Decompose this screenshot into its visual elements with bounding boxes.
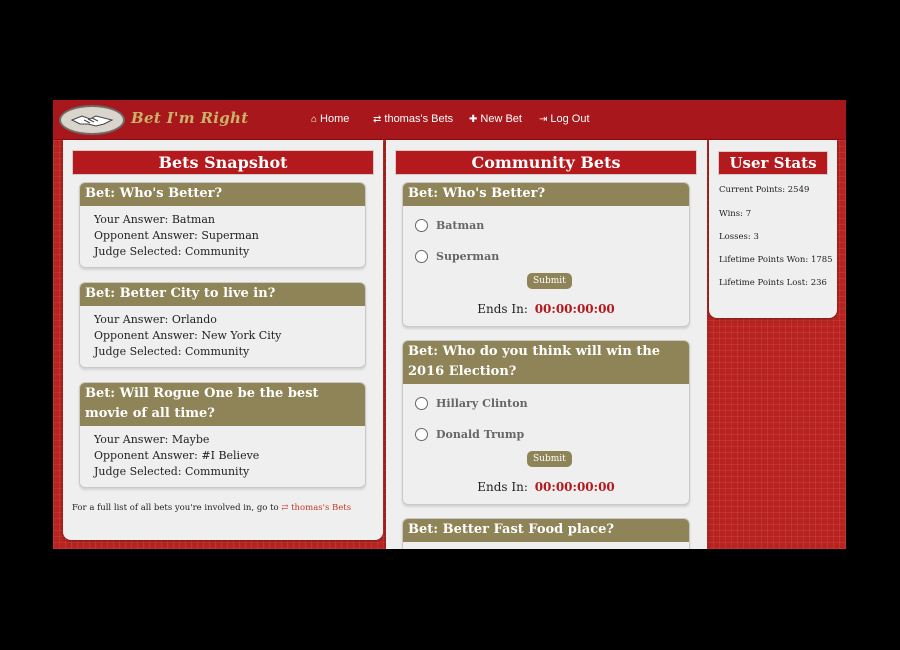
footnote: For a full list of all bets you're invol… <box>72 503 351 513</box>
ends-in: Ends In: 00:00:00:00 <box>403 480 689 494</box>
radio-button[interactable] <box>415 250 428 263</box>
nav-my-bets-label: thomas's Bets <box>384 113 454 125</box>
judge-selected: Judge Selected: Community <box>94 345 250 358</box>
nav-home-label: Home <box>320 113 350 125</box>
judge-selected: Judge Selected: Community <box>94 245 250 258</box>
logout-icon: ⇥ <box>539 113 548 125</box>
snapshot-bet-card[interactable]: Bet: Will Rogue One be the best movie of… <box>79 382 366 488</box>
home-icon: ⌂ <box>311 113 318 125</box>
option-label: Hillary Clinton <box>436 397 528 410</box>
swap-icon: ⇄ <box>373 113 382 125</box>
bet-title: Bet: Who's Better? <box>80 183 365 206</box>
bets-snapshot-panel: Bets Snapshot Bet: Who's Better? Your An… <box>63 140 383 540</box>
submit-button[interactable]: Submit <box>527 273 572 289</box>
nav-log-out[interactable]: ⇥ Log Out <box>539 113 590 125</box>
ends-label: Ends In: <box>477 480 528 494</box>
community-bet-card: Bet: Who do you think will win the 2016 … <box>402 340 690 505</box>
user-stats-title: User Stats <box>718 151 828 175</box>
radio-button[interactable] <box>415 428 428 441</box>
plus-icon: ✚ <box>469 113 478 125</box>
bet-title: Bet: Will Rogue One be the best movie of… <box>80 383 365 426</box>
option-batman[interactable]: Batman <box>415 219 484 232</box>
community-bet-card: Bet: Who's Better? Batman Superman Submi… <box>402 182 690 327</box>
countdown-timer: 00:00:00:00 <box>534 480 615 494</box>
snapshot-bet-card[interactable]: Bet: Who's Better? Your Answer: Batman O… <box>79 182 366 268</box>
community-bets-panel: Community Bets Bet: Who's Better? Batman… <box>386 140 707 549</box>
wins: Wins: 7 <box>719 209 752 219</box>
handshake-logo-icon[interactable] <box>59 105 125 135</box>
nav-home[interactable]: ⌂ Home <box>311 113 349 125</box>
option-hillary-clinton[interactable]: Hillary Clinton <box>415 397 528 410</box>
navbar: Bet I'm Right ⌂ Home ⇄ thomas's Bets ✚ N… <box>53 100 846 140</box>
bets-snapshot-title: Bets Snapshot <box>72 150 374 175</box>
lifetime-points-won: Lifetime Points Won: 1785 <box>719 255 833 265</box>
option-donald-trump[interactable]: Donald Trump <box>415 428 524 441</box>
footnote-text: For a full list of all bets you're invol… <box>72 503 279 513</box>
judge-selected: Judge Selected: Community <box>94 465 250 478</box>
your-answer: Your Answer: Maybe <box>94 433 210 446</box>
footnote-my-bets-link[interactable]: ⇄ thomas's Bets <box>281 503 351 513</box>
nav-new-bet[interactable]: ✚ New Bet <box>469 113 522 125</box>
lifetime-points-lost: Lifetime Points Lost: 236 <box>719 278 827 288</box>
radio-button[interactable] <box>415 219 428 232</box>
option-label: Batman <box>436 219 485 232</box>
option-superman[interactable]: Superman <box>415 250 499 263</box>
brand-name[interactable]: Bet I'm Right <box>131 109 248 127</box>
bet-title: Bet: Better City to live in? <box>80 283 365 306</box>
nav-my-bets[interactable]: ⇄ thomas's Bets <box>373 113 453 125</box>
radio-button[interactable] <box>415 397 428 410</box>
bet-title: Bet: Who do you think will win the 2016 … <box>403 341 689 384</box>
community-bet-card: Bet: Better Fast Food place? <box>402 518 690 549</box>
snapshot-bet-card[interactable]: Bet: Better City to live in? Your Answer… <box>79 282 366 368</box>
losses: Losses: 3 <box>719 232 759 242</box>
countdown-timer: 00:00:00:00 <box>534 302 615 316</box>
opponent-answer: Opponent Answer: New York City <box>94 329 282 342</box>
current-points: Current Points: 2549 <box>719 185 810 195</box>
opponent-answer: Opponent Answer: #I Believe <box>94 449 260 462</box>
community-bets-title: Community Bets <box>395 150 697 175</box>
opponent-answer: Opponent Answer: Superman <box>94 229 259 242</box>
ends-label: Ends In: <box>477 302 528 316</box>
bet-title: Bet: Better Fast Food place? <box>403 519 689 542</box>
nav-log-out-label: Log Out <box>550 113 590 125</box>
submit-button[interactable]: Submit <box>527 451 572 467</box>
option-label: Donald Trump <box>436 428 525 441</box>
your-answer: Your Answer: Orlando <box>94 313 217 326</box>
app-window: Bet I'm Right ⌂ Home ⇄ thomas's Bets ✚ N… <box>53 100 846 549</box>
bet-title: Bet: Who's Better? <box>403 183 689 206</box>
your-answer: Your Answer: Batman <box>94 213 215 226</box>
user-stats-panel: User Stats Current Points: 2549 Wins: 7 … <box>709 140 837 318</box>
ends-in: Ends In: 00:00:00:00 <box>403 302 689 316</box>
nav-new-bet-label: New Bet <box>480 113 522 125</box>
option-label: Superman <box>436 250 500 263</box>
